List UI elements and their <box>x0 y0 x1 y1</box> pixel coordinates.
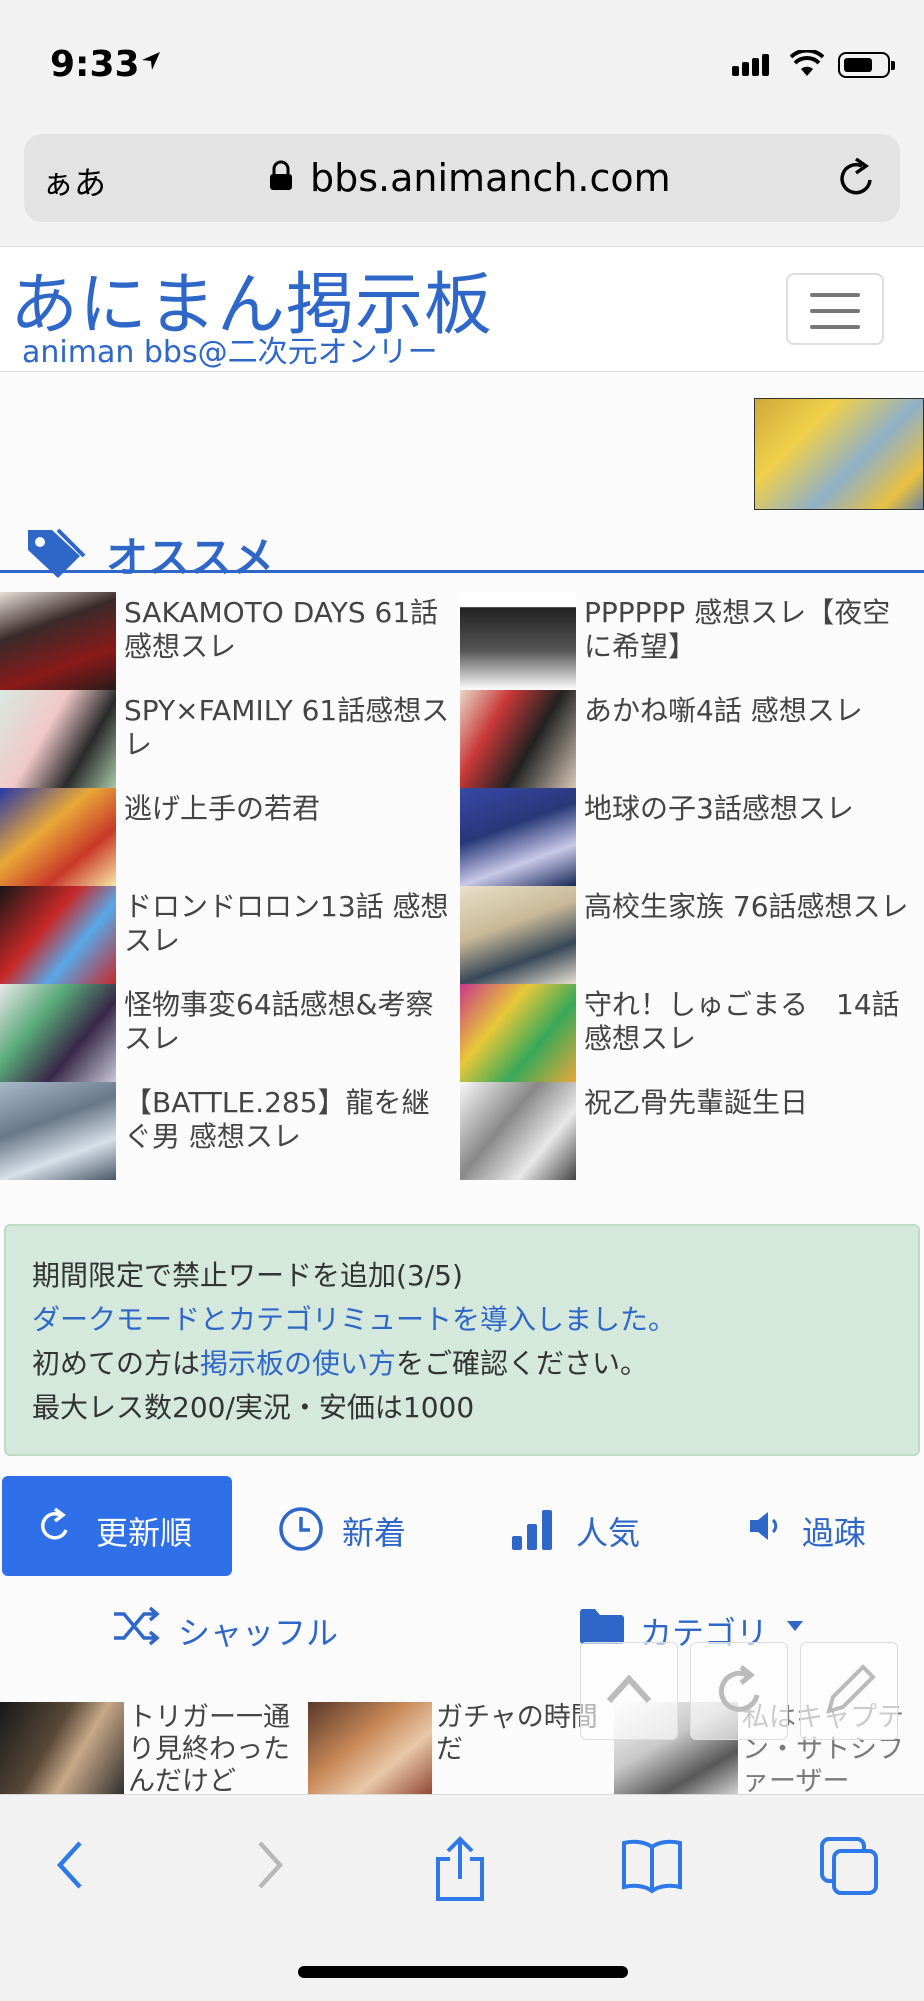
lock-icon <box>270 160 292 190</box>
recommend-title: 地球の子3話感想スレ <box>584 792 854 825</box>
tab-label: 人気 <box>576 1514 641 1552</box>
thread-thumbnail <box>460 592 576 690</box>
speaker-icon <box>750 1512 778 1540</box>
arrow-up-icon <box>606 1674 652 1704</box>
tab-label: 新着 <box>342 1514 407 1552</box>
forward-chevron-icon[interactable] <box>250 1835 290 1895</box>
location-arrow-icon <box>142 52 160 70</box>
tab-label: 更新順 <box>96 1514 193 1552</box>
status-time: 9:33 <box>50 44 140 85</box>
tab-label: シャッフル <box>178 1614 339 1652</box>
recommend-title: SAKAMOTO DAYS 61話感想スレ <box>124 596 439 663</box>
recommend-item[interactable]: 【BATTLE.285】龍を継ぐ男 感想スレ <box>0 1082 460 1180</box>
text-size-button[interactable]: ぁあ <box>42 158 106 204</box>
home-indicator <box>298 1966 628 1978</box>
notice-line: 初めての方は掲示板の使い方をご確認ください。 <box>32 1342 648 1382</box>
thread-thumbnail <box>0 592 116 690</box>
compose-float-button[interactable] <box>800 1642 898 1740</box>
tabs-icon[interactable] <box>818 1835 880 1897</box>
notice-text: 初めての方は <box>32 1347 201 1380</box>
thread-thumbnail <box>0 788 116 886</box>
recommend-title: 【BATTLE.285】龍を継ぐ男 感想スレ <box>124 1086 430 1153</box>
notice-line: 期間限定で禁止ワードを追加(3/5) <box>32 1259 463 1292</box>
recommend-title: 祝乙骨先輩誕生日 <box>584 1086 809 1119</box>
refresh-icon <box>718 1665 760 1712</box>
site-header: あにまん掲示板 animan bbs@二次元オンリー <box>0 246 924 373</box>
recommend-item[interactable]: 怪物事変64話感想&考察スレ <box>0 984 460 1082</box>
back-chevron-icon[interactable] <box>50 1835 90 1895</box>
recommend-item[interactable]: 逃げ上手の若君 <box>0 788 460 886</box>
recommend-heading: オススメ <box>106 533 275 582</box>
signal-icon <box>732 54 772 76</box>
thread-thumbnail <box>460 886 576 984</box>
tab-label: 過疎 <box>802 1514 867 1552</box>
wifi-icon <box>790 50 824 76</box>
recommend-title: 高校生家族 76話感想スレ <box>584 890 909 923</box>
status-bar: 9:33 <box>0 0 924 120</box>
tag-icon <box>28 528 86 578</box>
recommend-title: SPY×FAMILY 61話感想スレ <box>124 694 450 761</box>
thread-thumbnail <box>460 984 576 1082</box>
recommend-title: 逃げ上手の若君 <box>124 792 321 825</box>
address-bar[interactable]: ぁあ bbs.animanch.com <box>24 134 900 222</box>
thread-item[interactable]: トリガー一通り見終わったんだけど <box>0 1702 300 1794</box>
recommend-section-header: オススメ <box>0 522 924 582</box>
recommend-title: ドロンドロロン13話 感想スレ <box>124 890 449 957</box>
recommend-item[interactable]: SAKAMOTO DAYS 61話感想スレ <box>0 592 460 690</box>
hamburger-menu-button[interactable] <box>786 273 884 345</box>
tab-updated[interactable]: 更新順 <box>2 1476 232 1576</box>
clock-icon <box>279 1507 323 1551</box>
tab-popular[interactable]: 人気 <box>508 1476 658 1576</box>
shuffle-icon <box>114 1606 160 1646</box>
recommend-item[interactable]: 高校生家族 76話感想スレ <box>460 886 920 984</box>
main-content: オススメ SAKAMOTO DAYS 61話感想スレ PPPPPP 感想スレ【夜… <box>0 372 924 1794</box>
tab-new[interactable]: 新着 <box>276 1476 426 1576</box>
thread-thumbnail <box>460 788 576 886</box>
shuffle-button[interactable]: シャッフル <box>110 1576 360 1676</box>
recommend-title: 怪物事変64話感想&考察スレ <box>124 988 434 1055</box>
reload-icon[interactable] <box>834 154 878 202</box>
recommend-title: あかね噺4話 感想スレ <box>584 694 863 727</box>
thread-thumbnail <box>0 690 116 788</box>
recommend-item[interactable]: 地球の子3話感想スレ <box>460 788 920 886</box>
site-logo-subtitle[interactable]: animan bbs@二次元オンリー <box>22 327 438 371</box>
ad-banner-image[interactable] <box>754 398 924 510</box>
recommend-item[interactable]: SPY×FAMILY 61話感想スレ <box>0 690 460 788</box>
refresh-float-button[interactable] <box>690 1642 788 1740</box>
pencil-icon <box>826 1664 876 1714</box>
thread-thumbnail <box>460 1082 576 1180</box>
recommend-item[interactable]: 祝乙骨先輩誕生日 <box>460 1082 920 1180</box>
caret-down-icon <box>787 1621 803 1631</box>
thread-thumbnail <box>460 690 576 788</box>
recommend-title: PPPPPP 感想スレ【夜空に希望】 <box>584 596 891 663</box>
share-icon[interactable] <box>432 1835 488 1903</box>
scroll-top-float-button[interactable] <box>580 1642 678 1740</box>
refresh-icon <box>41 1507 68 1540</box>
thread-thumbnail <box>0 984 116 1082</box>
thread-thumbnail <box>0 886 116 984</box>
recommend-item[interactable]: あかね噺4話 感想スレ <box>460 690 920 788</box>
recommend-item[interactable]: PPPPPP 感想スレ【夜空に希望】 <box>460 592 920 690</box>
notice-box: 期間限定で禁止ワードを追加(3/5) ダークモードとカテゴリミュートを導入しまし… <box>4 1224 920 1456</box>
tab-old[interactable]: 過疎 <box>744 1476 904 1576</box>
url-text[interactable]: bbs.animanch.com <box>310 156 671 200</box>
thread-thumbnail <box>0 1082 116 1180</box>
thread-thumbnail <box>308 1702 432 1794</box>
recommend-item[interactable]: 守れ！しゅごまる 14話感想スレ <box>460 984 920 1082</box>
recommend-title: 守れ！しゅごまる 14話感想スレ <box>584 988 900 1055</box>
notice-line: 最大レス数200/実況・安価は1000 <box>32 1391 475 1424</box>
notice-darkmode-link[interactable]: ダークモードとカテゴリミュートを導入しました。 <box>32 1298 676 1338</box>
battery-icon <box>838 52 895 78</box>
thread-item[interactable]: ガチャの時間だ <box>308 1702 608 1794</box>
folder-icon <box>580 1609 624 1644</box>
recommend-item[interactable]: ドロンドロロン13話 感想スレ <box>0 886 460 984</box>
notice-text: をご確認ください。 <box>396 1347 649 1380</box>
howto-link[interactable]: 掲示板の使い方 <box>200 1347 396 1380</box>
web-page: あにまん掲示板 animan bbs@二次元オンリー オススメ SAKAMOTO… <box>0 246 924 1794</box>
bar-chart-icon <box>512 1510 552 1550</box>
bookmarks-icon[interactable] <box>620 1835 684 1895</box>
thread-title: トリガー一通り見終わったんだけど <box>128 1702 290 1794</box>
thread-thumbnail <box>0 1702 124 1794</box>
